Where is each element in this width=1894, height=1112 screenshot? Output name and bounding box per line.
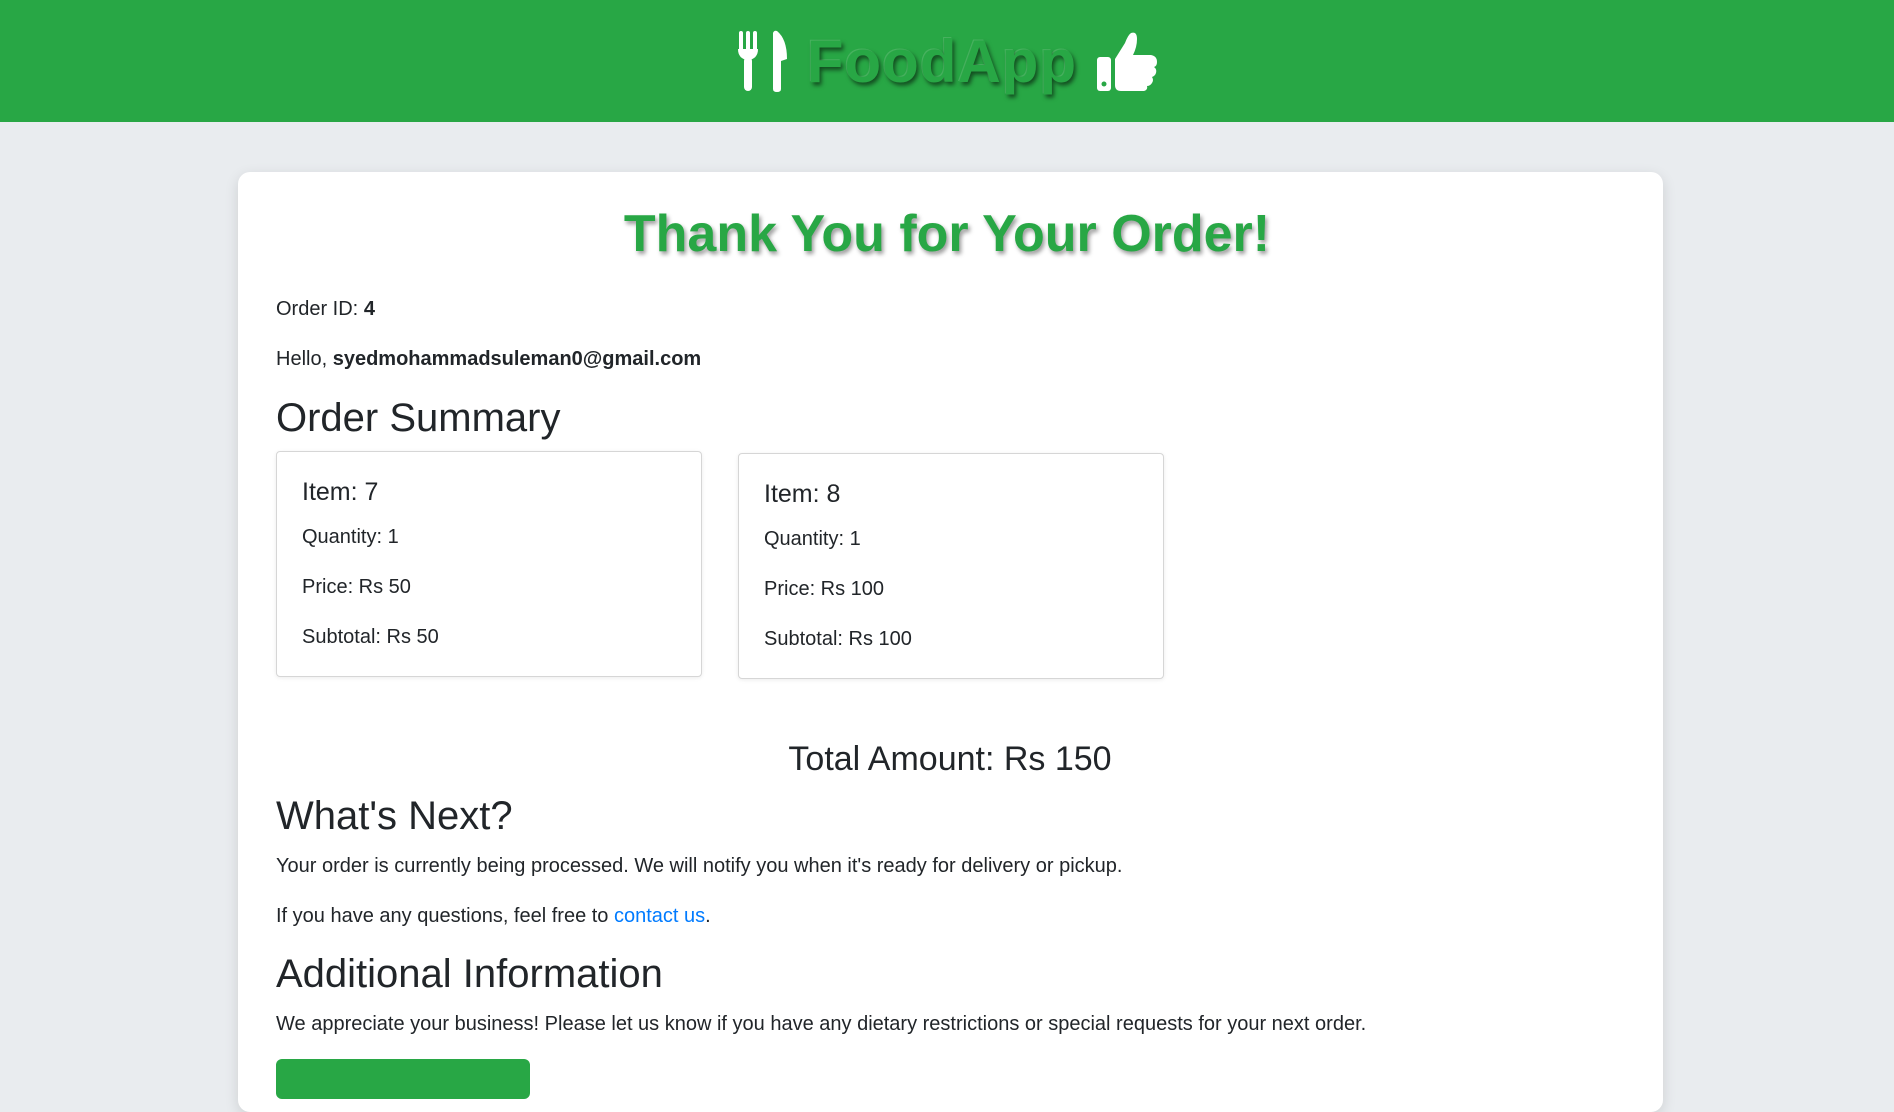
questions-text: If you have any questions, feel free to bbox=[276, 905, 609, 927]
order-id-value: 4 bbox=[363, 298, 375, 320]
item-subtotal: Subtotal: Rs 50 bbox=[302, 626, 439, 648]
item-quantity: Quantity: 1 bbox=[764, 528, 861, 550]
additional-info-text: We appreciate your business! Please let … bbox=[276, 1013, 1367, 1035]
item-price: Price: Rs 50 bbox=[302, 576, 411, 598]
total-amount: Total Amount: Rs 150 bbox=[788, 740, 1112, 778]
processing-message: Your order is currently being processed.… bbox=[276, 855, 1123, 877]
order-item-card: Item: 7 Quantity: 1 Price: Rs 50 Subtota… bbox=[276, 451, 702, 677]
item-quantity: Quantity: 1 bbox=[302, 526, 399, 548]
brand-name: FoodApp bbox=[806, 27, 1078, 95]
thumbs-up-icon bbox=[1095, 29, 1159, 93]
questions-suffix: . bbox=[705, 905, 711, 927]
questions-line: If you have any questions, feel free to … bbox=[276, 905, 711, 928]
item-price: Price: Rs 100 bbox=[764, 578, 885, 600]
brand[interactable]: FoodApp bbox=[735, 27, 1159, 96]
top-navbar: FoodApp bbox=[0, 0, 1894, 122]
greeting-line: Hello, syedmohammadsuleman0@gmail.com bbox=[276, 348, 701, 371]
order-id-label: Order ID: bbox=[276, 298, 359, 320]
item-title: Item: 8 bbox=[764, 480, 841, 508]
whats-next-heading: What's Next? bbox=[276, 794, 513, 838]
item-title: Item: 7 bbox=[302, 478, 379, 506]
contact-us-link[interactable]: contact us bbox=[614, 905, 705, 927]
order-summary-heading: Order Summary bbox=[276, 396, 561, 440]
additional-info-heading: Additional Information bbox=[276, 952, 663, 996]
page-title: Thank You for Your Order! bbox=[623, 205, 1271, 263]
fork-knife-icon bbox=[735, 29, 789, 93]
order-id-line: Order ID: 4 bbox=[276, 298, 375, 321]
customer-email: syedmohammadsuleman0@gmail.com bbox=[332, 348, 702, 370]
order-item-card: Item: 8 Quantity: 1 Price: Rs 100 Subtot… bbox=[738, 453, 1164, 679]
greeting-label: Hello, bbox=[276, 348, 328, 370]
item-subtotal: Subtotal: Rs 100 bbox=[764, 628, 912, 650]
action-button[interactable] bbox=[276, 1059, 530, 1099]
